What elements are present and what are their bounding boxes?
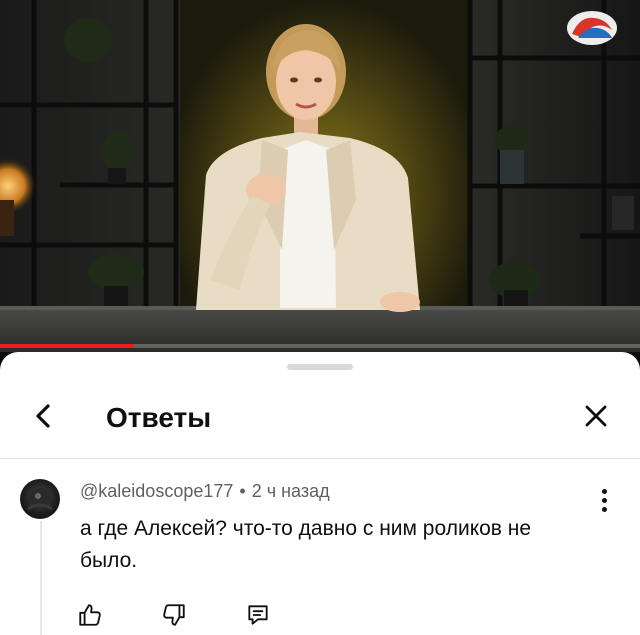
avatar[interactable]	[20, 479, 60, 519]
video-progress-bar[interactable]	[0, 344, 640, 348]
meta-separator: •	[239, 481, 246, 501]
comment-author[interactable]: @kaleidoscope177	[80, 481, 233, 501]
drag-handle[interactable]	[287, 364, 353, 370]
more-vertical-icon	[601, 488, 607, 494]
close-button[interactable]	[572, 392, 620, 440]
comment-meta: @kaleidoscope177 • 2 ч назад	[80, 481, 330, 502]
video-frame	[0, 0, 640, 352]
video-progress-fill	[0, 344, 135, 348]
back-button[interactable]	[20, 392, 68, 440]
dislike-button[interactable]	[154, 595, 194, 635]
reply-icon	[248, 605, 268, 625]
comment-text: а где Алексей? что-то давно с ним ролико…	[80, 517, 532, 572]
thumbs-up-icon	[79, 604, 101, 626]
thumbs-down-icon	[163, 604, 185, 626]
comment-time: 2 ч назад	[251, 481, 330, 501]
app-frame: Ответы @kaleidoscope177 • 2 ч назад а гд…	[0, 0, 640, 635]
thread-line	[40, 521, 42, 635]
comment-item: @kaleidoscope177 • 2 ч назад а где Алексей…	[0, 459, 640, 635]
replies-sheet: Ответы @kaleidoscope177 • 2 ч назад а гд…	[0, 352, 640, 635]
more-vertical-icon-dot	[601, 506, 607, 512]
like-button[interactable]	[70, 595, 110, 635]
video-player[interactable]	[0, 0, 640, 352]
channel-logo	[566, 10, 618, 46]
comment-actions	[70, 595, 322, 635]
page-title: Ответы	[106, 402, 212, 433]
more-vertical-icon-dot	[601, 497, 607, 503]
close-icon	[585, 405, 607, 427]
reply-button[interactable]	[238, 595, 278, 635]
sheet-header: Ответы	[0, 378, 640, 458]
more-options-button[interactable]	[592, 485, 616, 515]
chevron-left-icon	[36, 404, 50, 428]
